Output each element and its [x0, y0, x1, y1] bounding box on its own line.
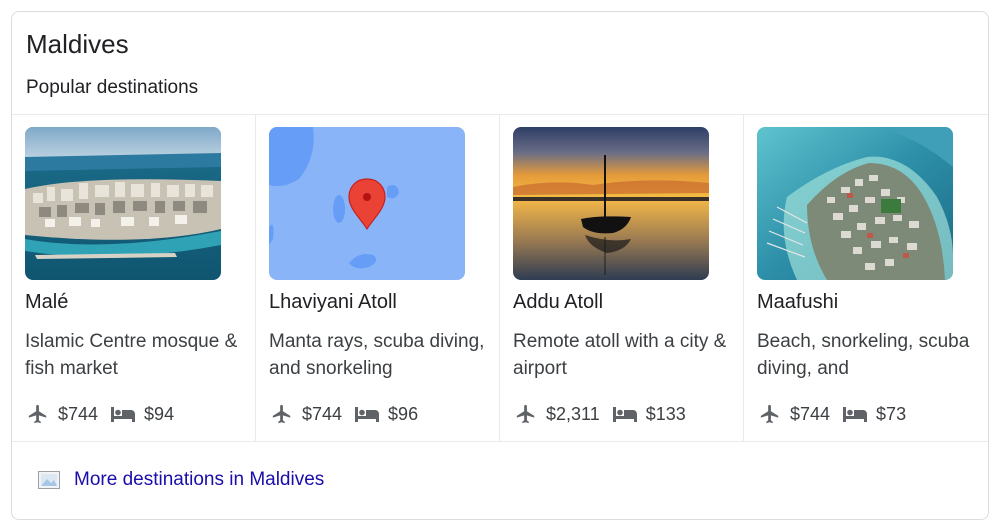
hotel-bed-icon [110, 403, 136, 425]
price-row: $744 $94 [25, 403, 174, 425]
island-aerial-photo [757, 127, 953, 280]
flight-price: $744 [302, 403, 343, 424]
flight-price: $2,311 [546, 403, 600, 424]
destination-card-addu-atoll[interactable]: Addu Atoll Remote atoll with a city & ai… [500, 115, 744, 441]
divider [12, 441, 988, 442]
hotel-price: $94 [144, 403, 175, 424]
destination-card-lhaviyani-atoll[interactable]: Lhaviyani Atoll Manta rays, scuba diving… [256, 115, 500, 441]
hotel-price: $133 [645, 403, 686, 424]
map-thumbnail [269, 127, 465, 280]
image-icon [38, 471, 60, 489]
destination-card-male[interactable]: Malé Islamic Centre mosque & fish market… [12, 115, 256, 441]
hotel-price: $73 [876, 403, 907, 424]
destination-description: Beach, snorkeling, scuba diving, and [757, 331, 970, 379]
panel-title: Maldives [26, 29, 129, 59]
flight-icon [513, 403, 539, 425]
hotel-bed-icon [842, 403, 868, 425]
destination-description: Remote atoll with a city & airport [513, 331, 727, 379]
flight-icon [269, 403, 295, 425]
price-row: $744 $96 [269, 403, 418, 425]
flight-price: $744 [58, 403, 99, 424]
destination-name: Lhaviyani Atoll [269, 291, 397, 313]
sunset-boat-photo [513, 127, 709, 280]
panel-subtitle: Popular destinations [26, 77, 199, 98]
more-destinations-label: More destinations in Maldives [74, 469, 325, 490]
hotel-price: $96 [388, 403, 419, 424]
destination-cards: Malé Islamic Centre mosque & fish market… [12, 115, 988, 441]
destination-name: Addu Atoll [513, 291, 604, 313]
flight-icon [25, 403, 51, 425]
destinations-panel: Maldives Popular destinations Malé Islam… [11, 11, 989, 520]
destination-card-maafushi[interactable]: Maafushi Beach, snorkeling, scuba diving… [744, 115, 988, 441]
hotel-bed-icon [612, 403, 638, 425]
price-row: $744 $73 [757, 403, 906, 425]
more-destinations-link[interactable]: More destinations in Maldives [38, 469, 324, 491]
destination-name: Maafushi [757, 291, 839, 313]
flight-price: $744 [790, 403, 831, 424]
city-aerial-photo [25, 127, 221, 280]
flight-icon [757, 403, 783, 425]
hotel-bed-icon [354, 403, 380, 425]
price-row: $2,311 $133 [513, 403, 686, 425]
destination-description: Manta rays, scuba diving, and snorkeling [269, 331, 485, 379]
destination-description: Islamic Centre mosque & fish market [25, 331, 238, 379]
destination-name: Malé [25, 291, 69, 313]
